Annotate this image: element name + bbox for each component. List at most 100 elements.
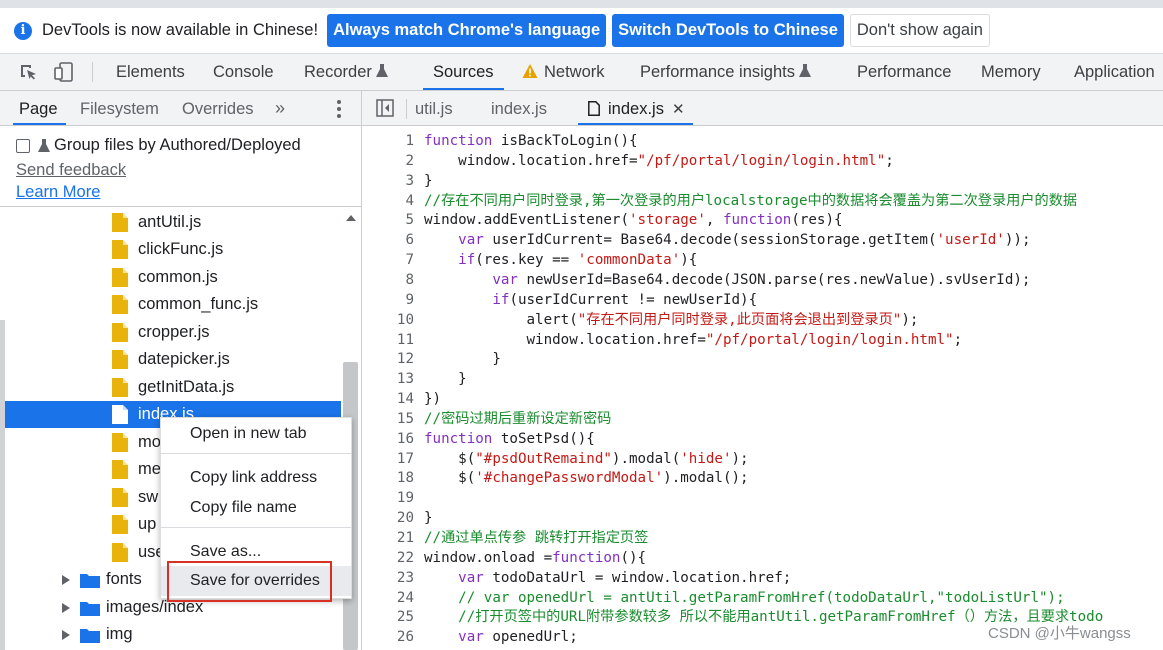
experiment-flask-icon bbox=[375, 64, 388, 77]
code-token: //通过单点传参 跳转打开指定页签 bbox=[424, 530, 649, 546]
line-number[interactable]: 12 bbox=[362, 349, 414, 369]
active-tab-indicator bbox=[423, 88, 504, 90]
nav-tab-page[interactable]: Page bbox=[13, 91, 66, 125]
line-number[interactable]: 16 bbox=[362, 429, 414, 449]
tab-recorder[interactable]: Recorder bbox=[304, 54, 388, 90]
folder-tree-item[interactable]: img bbox=[0, 621, 341, 648]
file-tree-item[interactable]: antUtil.js bbox=[0, 209, 341, 236]
file-tree-item[interactable]: clickFunc.js bbox=[0, 236, 341, 263]
expand-arrow-icon[interactable] bbox=[62, 603, 70, 613]
line-number[interactable]: 13 bbox=[362, 369, 414, 389]
infobar-message: DevTools is now available in Chinese! bbox=[42, 21, 319, 39]
code-token: ).modal( bbox=[611, 450, 681, 467]
code-text: window.location.href="/pf/portal/login/l… bbox=[424, 151, 894, 171]
line-number[interactable]: 19 bbox=[362, 488, 414, 508]
dont-show-again-button[interactable]: Don't show again bbox=[849, 14, 990, 47]
expand-arrow-icon[interactable] bbox=[62, 630, 70, 640]
inspect-element-icon[interactable] bbox=[18, 62, 38, 82]
switch-to-chinese-button[interactable]: Switch DevTools to Chinese bbox=[612, 14, 844, 47]
line-number[interactable]: 20 bbox=[362, 508, 414, 528]
line-number[interactable]: 6 bbox=[362, 230, 414, 250]
line-number[interactable]: 5 bbox=[362, 210, 414, 230]
menu-item-copy-link-address[interactable]: Copy link address bbox=[161, 463, 351, 493]
tab-performance[interactable]: Performance bbox=[857, 54, 951, 90]
learn-more-link[interactable]: Learn More bbox=[16, 183, 100, 202]
line-number[interactable]: 2 bbox=[362, 151, 414, 171]
line-number[interactable]: 1 bbox=[362, 131, 414, 151]
line-number[interactable]: 3 bbox=[362, 171, 414, 191]
menu-item-open-new-tab[interactable]: Open in new tab bbox=[161, 419, 351, 449]
tab-sources[interactable]: Sources bbox=[423, 54, 504, 90]
more-tabs-chevron-icon[interactable]: » bbox=[275, 91, 285, 125]
tab-performance-insights[interactable]: Performance insights bbox=[640, 54, 811, 90]
window-edge bbox=[0, 320, 5, 650]
js-file-icon bbox=[112, 295, 128, 314]
file-tree-item[interactable]: common_func.js bbox=[0, 291, 341, 318]
code-text: } bbox=[424, 369, 467, 389]
tab-console[interactable]: Console bbox=[213, 54, 274, 90]
code-token: )); bbox=[1004, 232, 1031, 249]
expand-arrow-icon[interactable] bbox=[62, 575, 70, 585]
main-tabbar: Elements Console Recorder Sources Networ… bbox=[0, 54, 1163, 91]
code-token: toSetPsd(){ bbox=[492, 430, 595, 447]
line-number[interactable]: 11 bbox=[362, 330, 414, 350]
editor-tab-index-js[interactable]: index.js bbox=[491, 91, 547, 125]
scroll-up-arrow-icon[interactable] bbox=[346, 215, 356, 221]
line-number[interactable]: 23 bbox=[362, 568, 414, 588]
code-token: newUserId=Base64.decode(JSON.parse(res.n… bbox=[517, 271, 1031, 288]
line-number[interactable]: 9 bbox=[362, 290, 414, 310]
file-tree-item[interactable]: datepicker.js bbox=[0, 346, 341, 373]
tab-elements[interactable]: Elements bbox=[116, 54, 185, 90]
line-number[interactable]: 8 bbox=[362, 270, 414, 290]
code-token: isBackToLogin(){ bbox=[492, 133, 638, 149]
line-number[interactable]: 21 bbox=[362, 528, 414, 548]
line-number[interactable]: 17 bbox=[362, 449, 414, 469]
code-text: window.addEventListener('storage', funct… bbox=[424, 210, 843, 230]
line-number[interactable]: 24 bbox=[362, 588, 414, 608]
code-token: ); bbox=[901, 311, 919, 328]
tab-application[interactable]: Application bbox=[1074, 54, 1155, 90]
device-toolbar-icon[interactable] bbox=[54, 62, 74, 82]
line-number[interactable]: 18 bbox=[362, 468, 414, 488]
nav-tab-overrides[interactable]: Overrides bbox=[182, 91, 254, 125]
tab-memory[interactable]: Memory bbox=[981, 54, 1041, 90]
file-name: cropper.js bbox=[138, 323, 210, 341]
more-options-icon[interactable] bbox=[337, 100, 341, 121]
close-tab-icon[interactable]: ✕ bbox=[672, 101, 685, 118]
code-token: } bbox=[424, 510, 433, 527]
line-number[interactable]: 7 bbox=[362, 250, 414, 270]
nav-tab-filesystem[interactable]: Filesystem bbox=[80, 91, 159, 125]
tab-label: Memory bbox=[981, 63, 1041, 81]
file-tree-item[interactable]: cropper.js bbox=[0, 319, 341, 346]
code-token: userIdCurrent= Base64.decode(sessionStor… bbox=[483, 232, 937, 249]
line-number[interactable]: 25 bbox=[362, 607, 414, 627]
browser-chrome-strip bbox=[0, 0, 1163, 8]
group-files-option[interactable]: Group files by Authored/Deployed bbox=[16, 136, 301, 155]
code-text: } bbox=[424, 349, 501, 369]
file-tree-item[interactable]: getInitData.js bbox=[0, 374, 341, 401]
folder-icon bbox=[80, 602, 100, 616]
always-match-language-button[interactable]: Always match Chrome's language bbox=[327, 14, 607, 47]
file-name: mo bbox=[138, 433, 161, 451]
file-name: up bbox=[138, 515, 157, 533]
line-number[interactable]: 14 bbox=[362, 389, 414, 409]
send-feedback-link[interactable]: Send feedback bbox=[16, 161, 126, 180]
line-number[interactable]: 10 bbox=[362, 310, 414, 330]
line-number[interactable]: 4 bbox=[362, 191, 414, 211]
group-files-checkbox[interactable] bbox=[16, 138, 30, 153]
tab-label: index.js bbox=[608, 100, 664, 118]
code-text: } bbox=[424, 171, 433, 191]
file-tree-item[interactable]: common.js bbox=[0, 264, 341, 291]
line-number[interactable]: 22 bbox=[362, 548, 414, 568]
code-editor[interactable]: 1 function isBackToLogin(){2 window.locat… bbox=[362, 126, 1163, 650]
code-token: (res){ bbox=[791, 212, 843, 229]
editor-tab-index-js-active[interactable]: index.js ✕ bbox=[578, 91, 693, 125]
line-number[interactable]: 26 bbox=[362, 627, 414, 647]
tab-network[interactable]: Network bbox=[522, 54, 605, 90]
toggle-navigator-icon[interactable] bbox=[376, 99, 394, 117]
menu-item-copy-file-name[interactable]: Copy file name bbox=[161, 493, 351, 523]
line-number[interactable]: 15 bbox=[362, 409, 414, 429]
editor-tab-util-js[interactable]: util.js bbox=[415, 91, 453, 125]
